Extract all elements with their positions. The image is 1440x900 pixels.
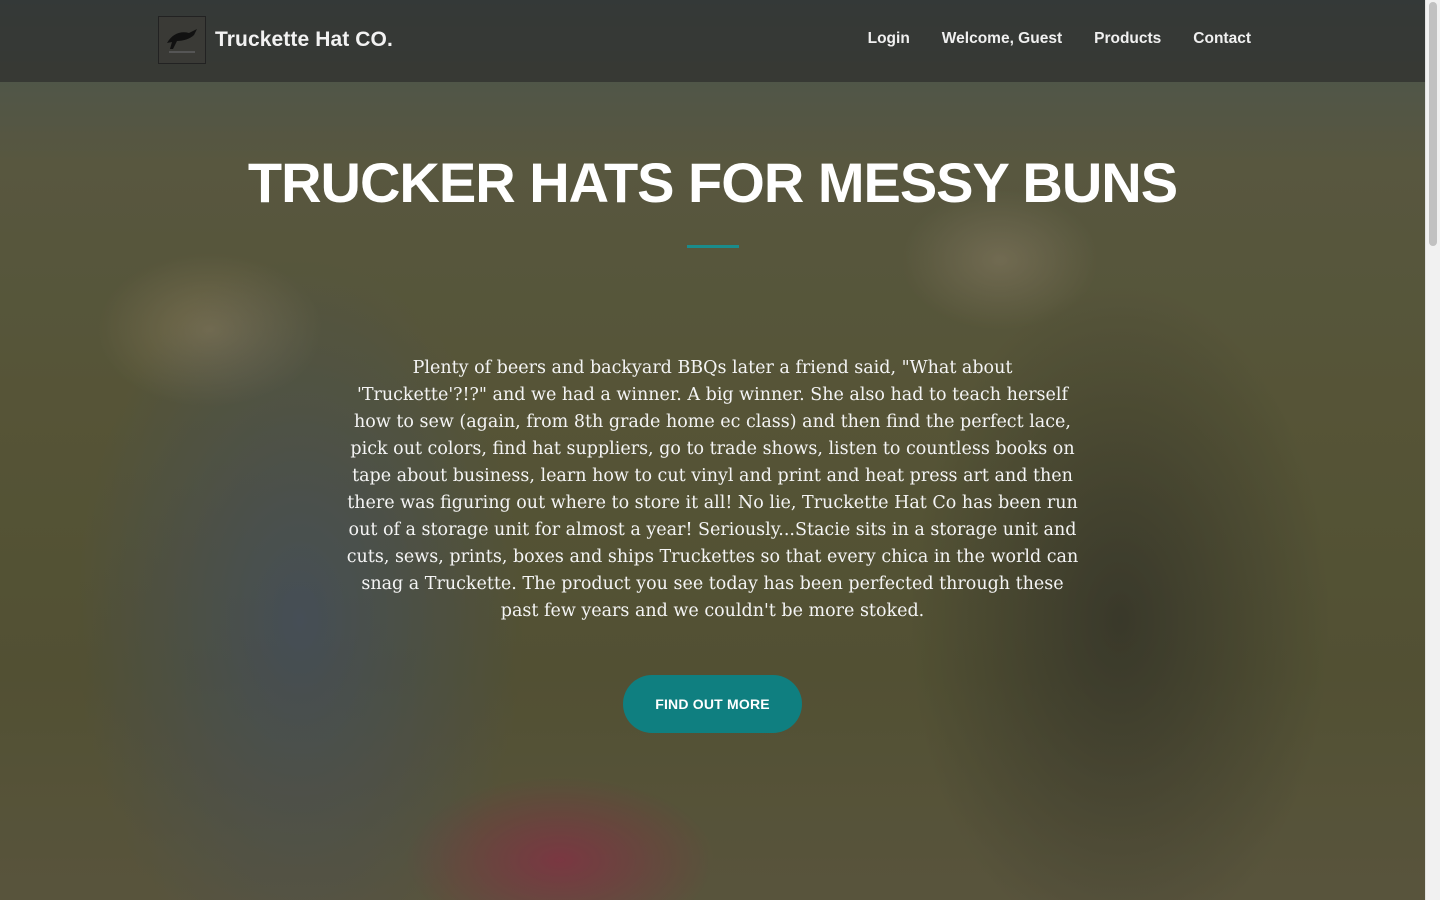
truckette-logo-icon [158,16,206,64]
find-out-more-button[interactable]: FIND OUT MORE [623,675,802,733]
scrollbar-thumb[interactable] [1429,2,1437,246]
brand[interactable]: Truckette Hat CO. [158,16,393,64]
page-scrollbar[interactable] [1425,0,1440,900]
nav-login-link[interactable]: Login [868,30,910,48]
nav-welcome-guest-link[interactable]: Welcome, Guest [942,30,1062,48]
nav-contact-link[interactable]: Contact [1193,30,1251,48]
nav-products-link[interactable]: Products [1094,30,1161,48]
headline-divider [687,245,739,248]
hero-body-text: Plenty of beers and backyard BBQs later … [346,358,1079,621]
navbar: Truckette Hat CO. Login Welcome, Guest P… [0,0,1425,82]
hero-headline: TRUCKER HATS FOR MESSY BUNS [247,151,1178,214]
main-nav: Login Welcome, Guest Products Contact [868,30,1251,48]
brand-name[interactable]: Truckette Hat CO. [215,28,393,52]
